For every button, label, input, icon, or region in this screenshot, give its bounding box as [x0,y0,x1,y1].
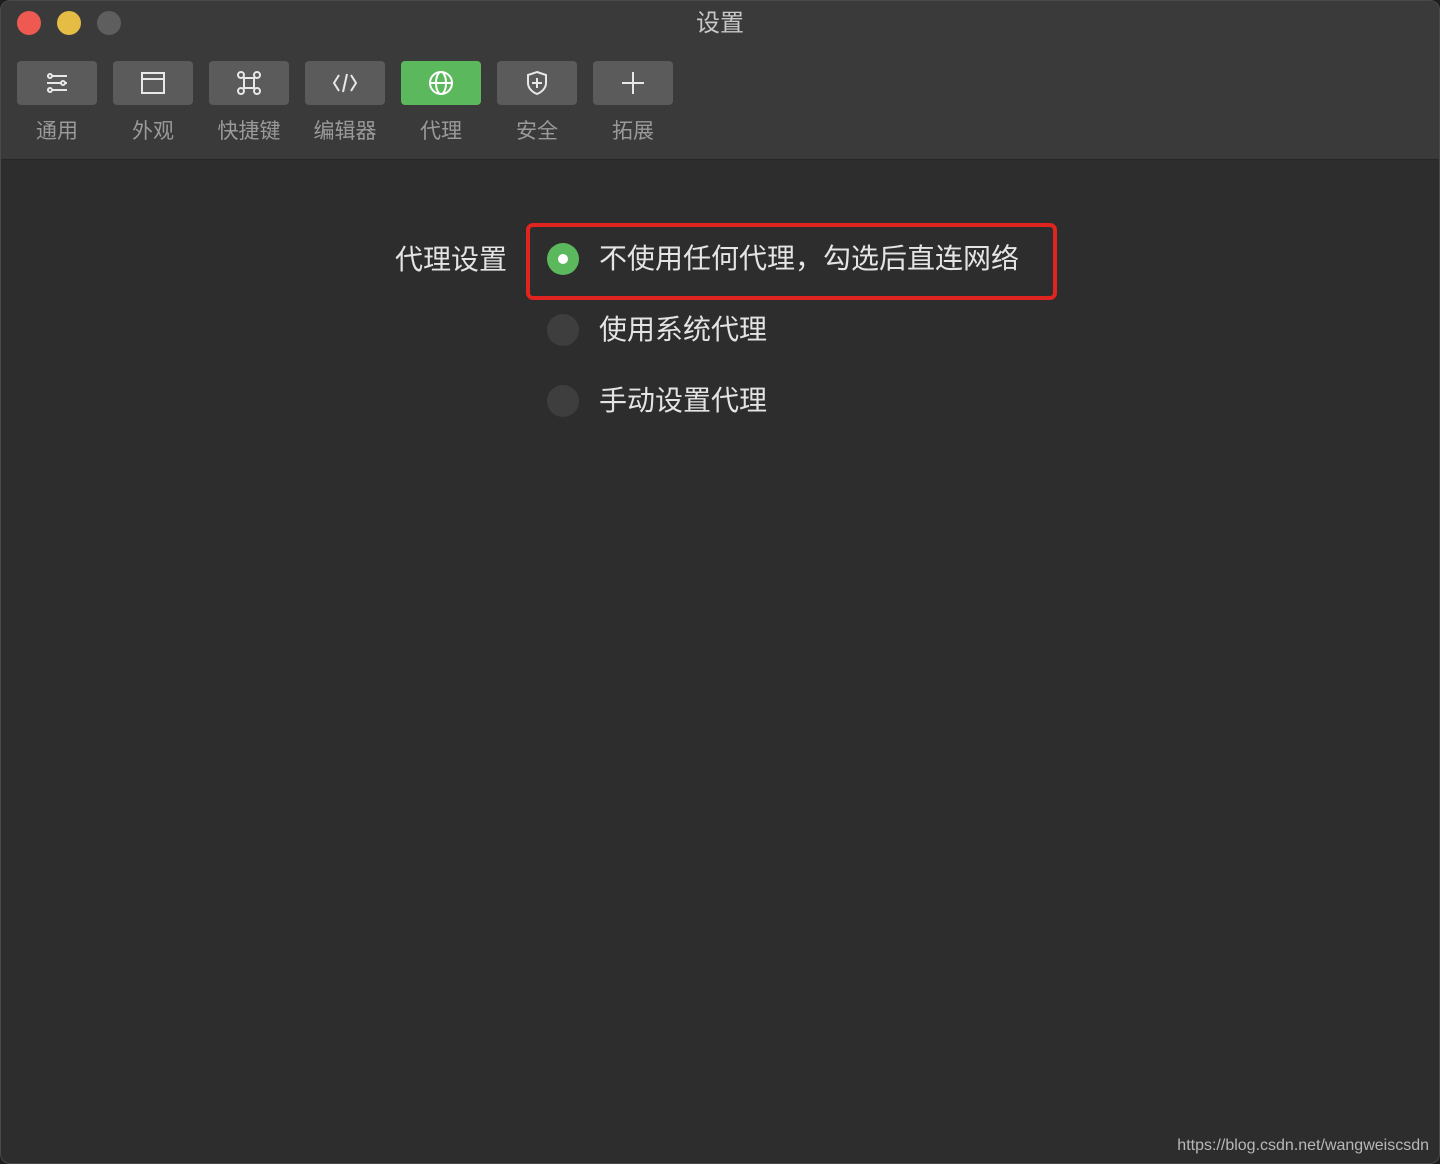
tab-shortcuts-label: 快捷键 [217,119,281,143]
window-title: 设置 [696,9,744,37]
tab-shortcuts[interactable]: 快捷键 [209,61,289,151]
tab-proxy-label: 代理 [420,119,462,143]
proxy-settings-panel: 代理设置 不使用任何代理，勾选后直连网络 使用系统代理 手动设置代理 https… [1,160,1439,1163]
proxy-option-label: 手动设置代理 [599,384,768,417]
radio-no-proxy[interactable] [547,243,579,275]
plus-icon [622,72,644,94]
settings-toolbar: 通用 外观 快捷键 编辑器 代理 安全 拓展 [1,45,1439,160]
tab-appearance-label: 外观 [132,119,174,143]
proxy-option-no-proxy[interactable]: 不使用任何代理，勾选后直连网络 [547,241,1019,277]
sliders-icon [47,73,67,93]
shield-icon [527,70,547,96]
tab-security-button[interactable] [497,61,577,105]
radio-manual-proxy[interactable] [547,385,579,417]
tab-extensions-button[interactable] [593,61,673,105]
tab-security[interactable]: 安全 [497,61,577,151]
proxy-option-label: 不使用任何代理，勾选后直连网络 [599,242,1020,275]
tab-proxy[interactable]: 代理 [401,61,481,151]
proxy-option-manual-proxy[interactable]: 手动设置代理 [547,383,767,419]
code-icon [332,73,358,93]
tab-editor[interactable]: 编辑器 [305,61,385,151]
tab-extensions-label: 拓展 [612,119,654,143]
tab-shortcuts-button[interactable] [209,61,289,105]
tab-extensions[interactable]: 拓展 [593,61,673,151]
globe-icon [429,71,453,95]
tab-editor-button[interactable] [305,61,385,105]
proxy-section-label: 代理设置 [394,243,507,276]
tab-general-label: 通用 [36,119,78,143]
command-icon [237,71,261,95]
tab-proxy-button[interactable] [401,61,481,105]
tab-appearance-button[interactable] [113,61,193,105]
tab-editor-label: 编辑器 [313,119,377,143]
proxy-option-label: 使用系统代理 [599,313,768,346]
watermark-text: https://blog.csdn.net/wangweiscsdn [1177,1137,1429,1154]
tab-general[interactable]: 通用 [17,61,97,151]
settings-window: 设置 通用 外观 快捷键 编辑器 代理 安全 拓展 代理设置 不使用任何代理，勾… [0,0,1440,1164]
proxy-option-system-proxy[interactable]: 使用系统代理 [547,312,767,348]
title-bar[interactable]: 设置 [1,1,1439,45]
window-icon [141,72,165,94]
tab-security-label: 安全 [516,119,558,143]
radio-system-proxy[interactable] [547,314,579,346]
tab-general-button[interactable] [17,61,97,105]
tab-appearance[interactable]: 外观 [113,61,193,151]
